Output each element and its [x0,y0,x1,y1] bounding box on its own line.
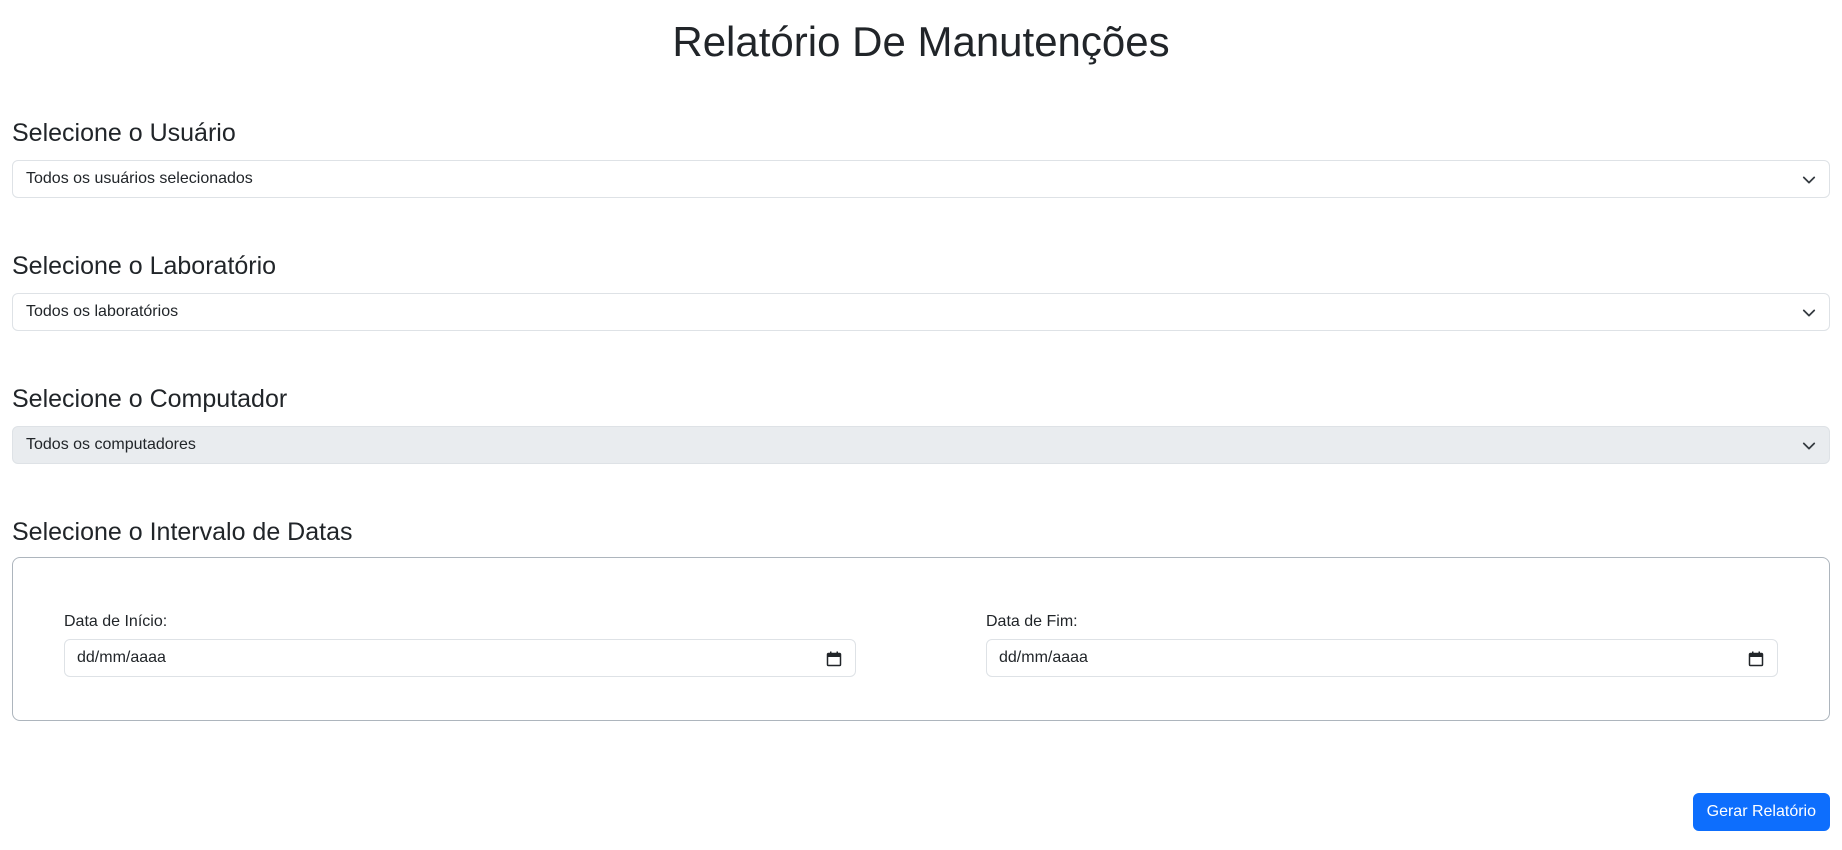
user-select[interactable]: Todos os usuários selecionados [12,160,1830,198]
date-section-label: Selecione o Intervalo de Datas [12,518,353,546]
user-select-value: Todos os usuários selecionados [26,170,253,187]
computer-select-value: Todos os computadores [26,436,196,453]
start-date-label: Data de Início: [64,613,168,630]
end-date-value: dd/mm/aaaa [999,649,1088,666]
computer-select: Todos os computadores [12,426,1830,464]
lab-select[interactable]: Todos os laboratórios [12,293,1830,331]
end-date-group: Data de Fim: dd/mm/aaaa [986,611,1778,677]
end-date-label: Data de Fim: [986,613,1078,630]
start-date-group: Data de Início: dd/mm/aaaa [64,611,856,677]
page-title: Relatório De Manutenções [672,18,1170,65]
chevron-down-icon [1801,438,1817,454]
chevron-down-icon [1801,172,1817,188]
end-date-input[interactable]: dd/mm/aaaa [986,639,1778,677]
user-section-label: Selecione o Usuário [12,119,236,147]
lab-section-label: Selecione o Laboratório [12,252,277,280]
generate-report-button[interactable]: Gerar Relatório [1692,793,1830,831]
computer-section-label: Selecione o Computador [12,385,288,413]
date-range-panel: Data de Início: dd/mm/aaaa Data de Fim: … [12,557,1830,721]
lab-select-value: Todos os laboratórios [26,303,179,320]
chevron-down-icon [1801,305,1817,321]
start-date-input[interactable]: dd/mm/aaaa [64,639,856,677]
start-date-value: dd/mm/aaaa [77,649,166,666]
calendar-icon[interactable] [826,651,842,667]
report-page: Relatório De Manutenções Selecione o Usu… [0,0,1842,850]
calendar-icon[interactable] [1748,651,1764,667]
